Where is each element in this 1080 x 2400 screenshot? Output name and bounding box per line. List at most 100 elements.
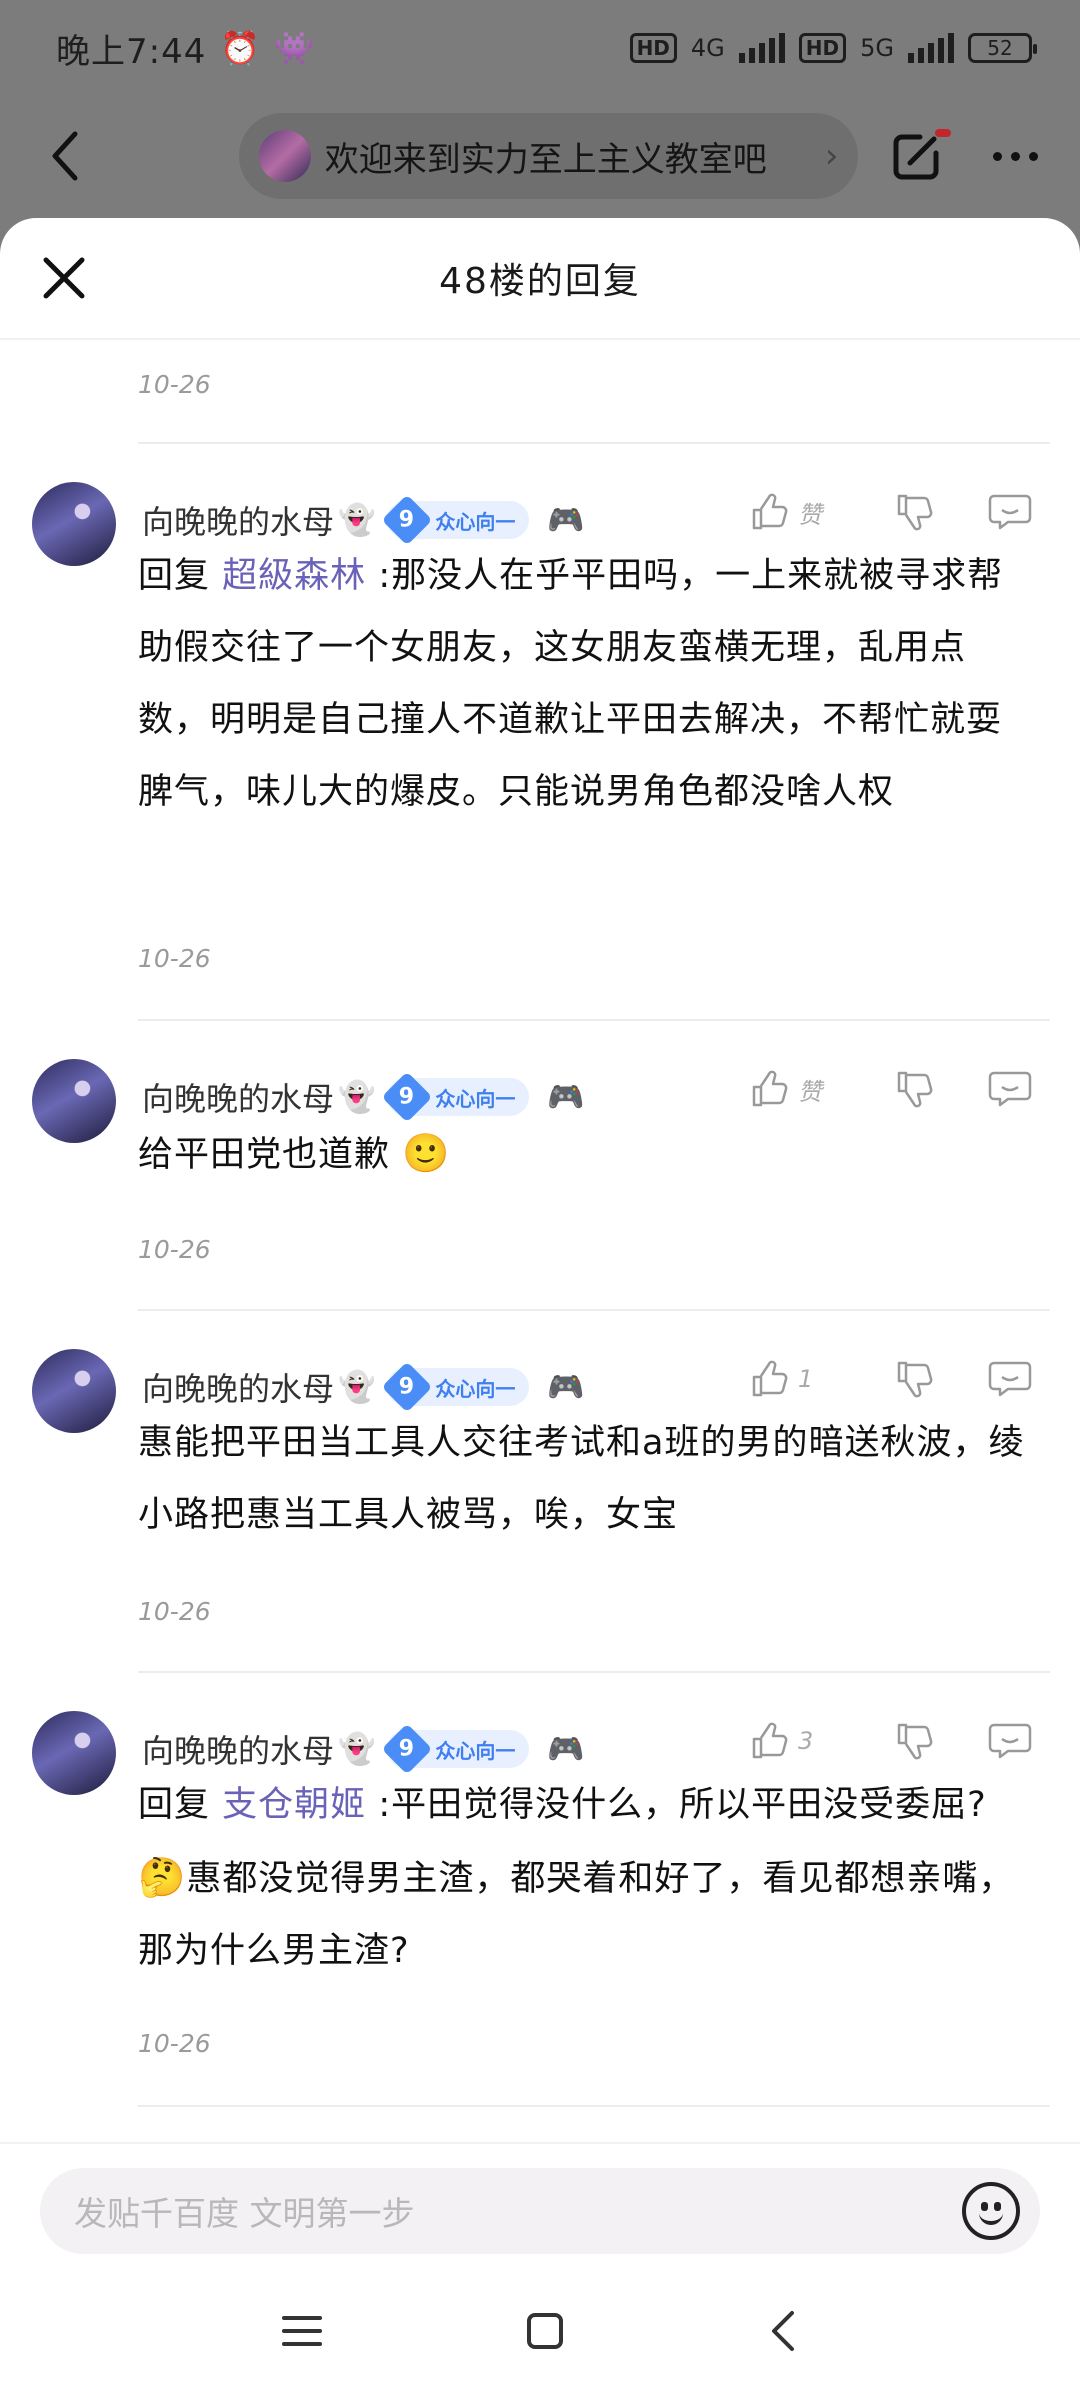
reply-sheet: 48楼的回复 10-26 向晚晚的水母 👻 9 众心向一 🎮 赞 回复 超級森林… xyxy=(0,218,1080,2400)
nav-back-icon[interactable] xyxy=(768,2309,798,2353)
dislike-button[interactable] xyxy=(880,1069,950,1109)
ghost-icon: 👻 xyxy=(338,1369,376,1405)
comment-icon xyxy=(988,1361,1032,1397)
thumbs-down-icon xyxy=(897,494,933,531)
mention-link[interactable]: 支仓朝姬 xyxy=(222,1785,366,1825)
comment-icon xyxy=(988,1071,1032,1107)
status-time: 晚上7:44 xyxy=(56,31,207,72)
level-number: 9 xyxy=(399,1736,416,1762)
network-type: 4G xyxy=(690,34,725,62)
thumbs-up-icon xyxy=(752,1360,788,1397)
thinking-emoji: 🤔 xyxy=(138,1855,187,1899)
like-button[interactable]: 赞 xyxy=(750,1069,860,1109)
close-icon[interactable] xyxy=(40,254,88,302)
gamepad-icon: 🎮 xyxy=(547,1369,585,1405)
reply-date: 10-26 xyxy=(138,370,211,399)
divider xyxy=(138,1671,1050,1673)
like-count: 3 xyxy=(798,1727,814,1755)
like-count: 赞 xyxy=(798,500,822,529)
gamepad-icon: 🎮 xyxy=(547,1731,585,1767)
alarm-icon: ⏰ xyxy=(220,29,261,67)
ghost-icon: 👻 xyxy=(338,1079,376,1115)
more-dot xyxy=(993,151,1003,161)
divider xyxy=(138,2105,1050,2107)
dislike-button[interactable] xyxy=(880,1359,950,1399)
like-button[interactable]: 赞 xyxy=(750,492,860,532)
thumbs-down-icon xyxy=(897,1723,933,1760)
like-button[interactable]: 1 xyxy=(750,1359,860,1399)
edit-post-button[interactable] xyxy=(882,121,952,191)
top-nav: 欢迎来到实力至上主义教室吧 › xyxy=(0,96,1080,216)
level-title: 众心向一 xyxy=(435,509,516,534)
reply-content: 回复 超級森林 :那没人在乎平田吗，一上来就被寻求帮助假交往了一个女朋友，这女朋… xyxy=(138,540,1030,828)
app-notification-icon: 👾 xyxy=(274,29,315,67)
reply-text: 惠能把平田当工具人交往考试和a班的男的暗送秋波，绫小路把惠当工具人被骂，唉，女宝 xyxy=(138,1423,1025,1535)
forum-title-pill[interactable]: 欢迎来到实力至上主义教室吧 › xyxy=(238,113,859,199)
level-number: 9 xyxy=(399,1374,416,1400)
reply-content: 回复 支仓朝姬 :平田觉得没什么，所以平田没受委屈? 🤔惠都没觉得男主渣，都哭着和… xyxy=(138,1769,1030,1987)
reply-text-continued: 惠都没觉得男主渣，都哭着和好了，看见都想亲嘴，那为什么男主渣? xyxy=(138,1859,1015,1971)
mention-link[interactable]: 超級森林 xyxy=(222,556,366,596)
sheet-title: 48楼的回复 xyxy=(439,261,641,302)
more-button[interactable] xyxy=(981,121,1050,191)
reply-date: 10-26 xyxy=(138,944,211,973)
reply-button[interactable] xyxy=(980,1359,1040,1399)
reply-prefix: 回复 xyxy=(138,556,211,596)
divider xyxy=(138,442,1050,444)
level-number: 9 xyxy=(399,1084,416,1110)
sheet-header: 48楼的回复 xyxy=(0,218,1080,340)
username[interactable]: 向晚晚的水母 xyxy=(142,1364,334,1410)
username[interactable]: 向晚晚的水母 xyxy=(142,1074,334,1120)
back-button[interactable] xyxy=(30,121,99,191)
like-button[interactable]: 3 xyxy=(750,1721,860,1761)
thumbs-up-icon xyxy=(752,1070,788,1107)
thumbs-up-icon xyxy=(752,1722,788,1759)
username[interactable]: 向晚晚的水母 xyxy=(142,497,334,543)
avatar[interactable] xyxy=(32,1059,116,1143)
username[interactable]: 向晚晚的水母 xyxy=(142,1726,334,1772)
reply-input-placeholder: 发贴千百度 文明第一步 xyxy=(74,2194,415,2233)
dislike-button[interactable] xyxy=(880,492,950,532)
level-title: 众心向一 xyxy=(435,1738,516,1763)
avatar[interactable] xyxy=(32,482,116,566)
smile-emoji: 🙂 xyxy=(402,1131,451,1175)
reply-date: 10-26 xyxy=(138,1597,211,1626)
level-title: 众心向一 xyxy=(435,1376,516,1401)
system-nav-bar xyxy=(0,2262,1080,2400)
hd-icon-2: HD xyxy=(798,33,847,63)
level-number: 9 xyxy=(399,507,416,533)
reply-text: 给平田党也道歉 xyxy=(138,1135,391,1175)
level-badge: 9 众心向一 xyxy=(381,1361,530,1413)
reply-date: 10-26 xyxy=(138,1235,211,1264)
dislike-button[interactable] xyxy=(880,1721,950,1761)
reply-content: 给平田党也道歉 🙂 xyxy=(138,1117,1030,1191)
battery-level: 52 xyxy=(987,36,1013,60)
emoji-icon[interactable] xyxy=(962,2182,1020,2240)
level-badge: 9 众心向一 xyxy=(381,1723,530,1775)
reply-input[interactable]: 发贴千百度 文明第一步 xyxy=(40,2168,1040,2254)
reply-button[interactable] xyxy=(980,1069,1040,1109)
menu-icon[interactable] xyxy=(282,2316,323,2346)
notification-dot xyxy=(935,129,952,137)
status-bar: 晚上7:44 ⏰ 👾 HD 4G HD 5G 52 xyxy=(0,0,1080,96)
comment-icon xyxy=(988,494,1032,530)
thumbs-up-icon xyxy=(752,493,788,530)
like-count: 赞 xyxy=(798,1077,822,1106)
reply-date: 10-26 xyxy=(138,2029,211,2058)
reply-text: :平田觉得没什么，所以平田没受委屈? xyxy=(378,1785,987,1825)
signal-icon xyxy=(738,33,785,63)
reply-button[interactable] xyxy=(980,1721,1040,1761)
reply-prefix: 回复 xyxy=(138,1785,211,1825)
ghost-icon: 👻 xyxy=(338,502,376,538)
post-actions: 赞 xyxy=(750,492,1040,532)
avatar[interactable] xyxy=(32,1711,116,1795)
thumbs-down-icon xyxy=(897,1071,933,1108)
post-actions: 3 xyxy=(750,1721,1040,1761)
more-dot xyxy=(1029,151,1039,161)
signal-icon-2 xyxy=(908,33,954,63)
reply-input-bar: 发贴千百度 文明第一步 xyxy=(0,2142,1080,2262)
home-icon[interactable] xyxy=(526,2313,563,2349)
comment-icon xyxy=(988,1723,1032,1759)
reply-button[interactable] xyxy=(980,492,1040,532)
avatar[interactable] xyxy=(32,1349,116,1433)
